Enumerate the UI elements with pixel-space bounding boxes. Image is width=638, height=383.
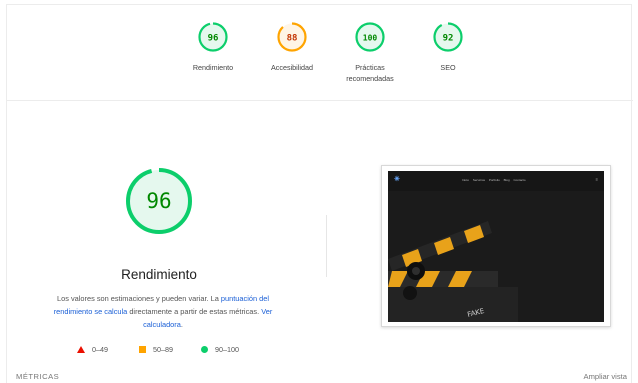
performance-description: Los valores son estimaciones y pueden va… xyxy=(39,292,287,331)
performance-main-gauge: 96 xyxy=(126,168,192,234)
page-screenshot: FAKE ✳ Inicio Servicios Portfolio Blog C… xyxy=(388,171,604,322)
circle-icon xyxy=(201,346,208,353)
site-logo-icon: ✳ xyxy=(394,176,400,183)
gauge-seo[interactable]: 92 SEO xyxy=(403,21,493,73)
best-practices-score: 100 xyxy=(363,34,378,43)
legend-pass-label: 90–100 xyxy=(215,345,239,354)
accessibility-score: 88 xyxy=(287,34,298,44)
performance-score: 96 xyxy=(208,34,219,44)
best-practices-label-line1: Prácticas xyxy=(355,63,385,72)
description-text-2: directamente a partir de estas métricas. xyxy=(127,307,262,316)
legend-pass: 90–100 xyxy=(201,345,239,354)
legend-fail: 0–49 xyxy=(77,345,108,354)
square-icon xyxy=(139,346,146,353)
gauge-best-practices[interactable]: 100 Prácticas recomendadas xyxy=(325,21,415,84)
legend-average-label: 50–89 xyxy=(153,345,173,354)
screenshot-nav: ✳ Inicio Servicios Portfolio Blog Contac… xyxy=(388,171,604,191)
performance-title: Rendimiento xyxy=(121,267,197,282)
performance-main-score: 96 xyxy=(146,189,171,213)
seo-score: 92 xyxy=(443,34,454,44)
page-screenshot-frame[interactable]: FAKE ✳ Inicio Servicios Portfolio Blog C… xyxy=(381,165,611,327)
legend-fail-label: 0–49 xyxy=(92,345,108,354)
gauge-accessibility[interactable]: 88 Accesibilidad xyxy=(247,21,337,73)
menu-icon: ≡ xyxy=(595,177,598,182)
report-card: 96 Rendimiento 88 Accesibilidad 100 Prác… xyxy=(6,4,633,383)
best-practices-gauge-ring: 100 xyxy=(355,22,385,52)
scores-summary: 96 Rendimiento 88 Accesibilidad 100 Prác… xyxy=(7,5,633,101)
performance-label: Rendimiento xyxy=(192,63,234,72)
best-practices-label-line2: recomendadas xyxy=(346,74,394,83)
screenshot-nav-links: Inicio Servicios Portfolio Blog Contacto xyxy=(462,178,526,182)
performance-gauge-ring: 96 xyxy=(198,22,228,52)
best-practices-label: Prácticas recomendadas xyxy=(325,62,415,84)
expand-view-toggle[interactable]: Ampliar vista xyxy=(584,372,627,381)
score-legend: 0–49 50–89 90–100 xyxy=(77,345,267,357)
accessibility-label: Accesibilidad xyxy=(271,63,313,72)
metrics-heading: MÉTRICAS xyxy=(16,372,60,381)
seo-label: SEO xyxy=(440,63,456,72)
clapperboard-image: FAKE xyxy=(388,171,604,322)
vertical-divider xyxy=(326,215,327,277)
description-text-1: Los valores son estimaciones y pueden va… xyxy=(56,294,221,303)
description-text-3: . xyxy=(180,320,183,329)
triangle-icon xyxy=(77,346,85,353)
accessibility-gauge-ring: 88 xyxy=(277,22,307,52)
legend-average: 50–89 xyxy=(139,345,173,354)
gauge-performance[interactable]: 96 Rendimiento xyxy=(168,21,258,73)
seo-gauge-ring: 92 xyxy=(433,22,463,52)
